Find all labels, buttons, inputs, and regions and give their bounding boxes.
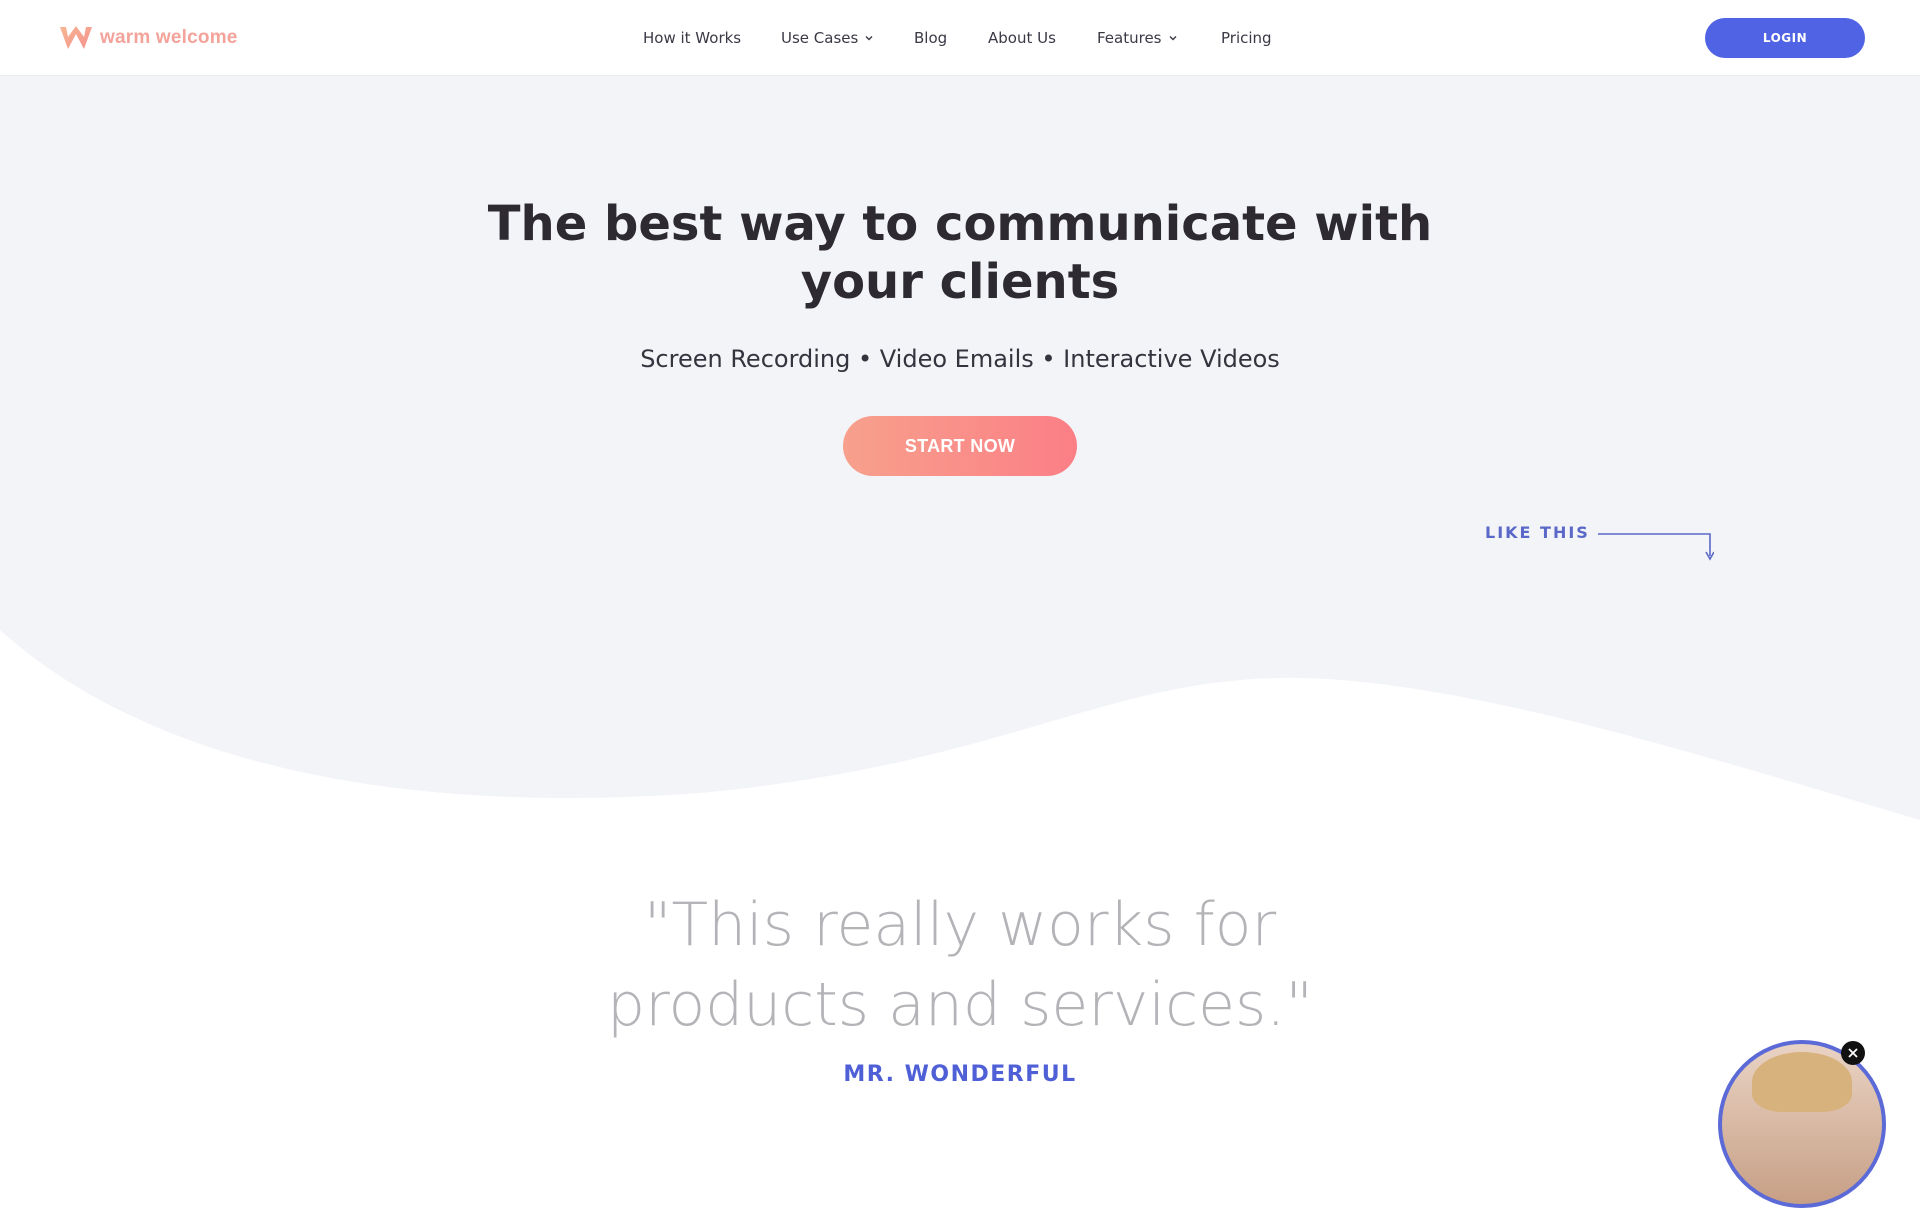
nav-label: How it Works: [643, 29, 742, 47]
main-nav: How it Works Use Cases Blog About Us Fea…: [0, 0, 1920, 75]
testimonial-author: MR. WONDERFUL: [843, 1062, 1077, 1087]
chevron-down-icon: [1169, 36, 1176, 41]
close-glyph: [1848, 1048, 1858, 1058]
nav-about-us[interactable]: About Us: [988, 29, 1056, 47]
nav-how-it-works[interactable]: How it Works: [643, 29, 741, 47]
video-bubble[interactable]: [1718, 1040, 1886, 1208]
hero-title-line-2: your clients: [800, 254, 1120, 310]
like-this-label: LIKE THIS: [1485, 523, 1590, 542]
nav-label: Use Cases: [781, 29, 859, 47]
nav-use-cases[interactable]: Use Cases: [781, 29, 874, 47]
arrow-down-right-icon: [1598, 533, 1714, 561]
quote-line-1: "This really works for: [643, 890, 1277, 960]
nav-label: Features: [1097, 29, 1162, 47]
quote-line-2: products and services.": [607, 970, 1313, 1040]
nav-label: About Us: [988, 29, 1056, 47]
hero-title: The best way to communicate with your cl…: [460, 195, 1460, 311]
close-icon[interactable]: [1841, 1041, 1865, 1065]
site-header: warm welcome How it Works Use Cases Blog…: [0, 0, 1920, 75]
nav-label: Pricing: [1221, 29, 1272, 47]
start-now-button[interactable]: START NOW: [843, 416, 1077, 476]
hero-subtitle: Screen Recording • Video Emails • Intera…: [640, 345, 1280, 373]
nav-features[interactable]: Features: [1097, 29, 1178, 47]
testimonial-quote: "This really works for products and serv…: [460, 885, 1460, 1045]
chevron-down-icon: [865, 36, 873, 41]
nav-blog[interactable]: Blog: [914, 29, 947, 47]
nav-pricing[interactable]: Pricing: [1221, 29, 1272, 47]
video-thumbnail-person: [1752, 1052, 1852, 1112]
login-button[interactable]: LOGIN: [1705, 18, 1865, 58]
nav-label: Blog: [914, 29, 948, 47]
hero-title-line-1: The best way to communicate with: [487, 196, 1433, 252]
